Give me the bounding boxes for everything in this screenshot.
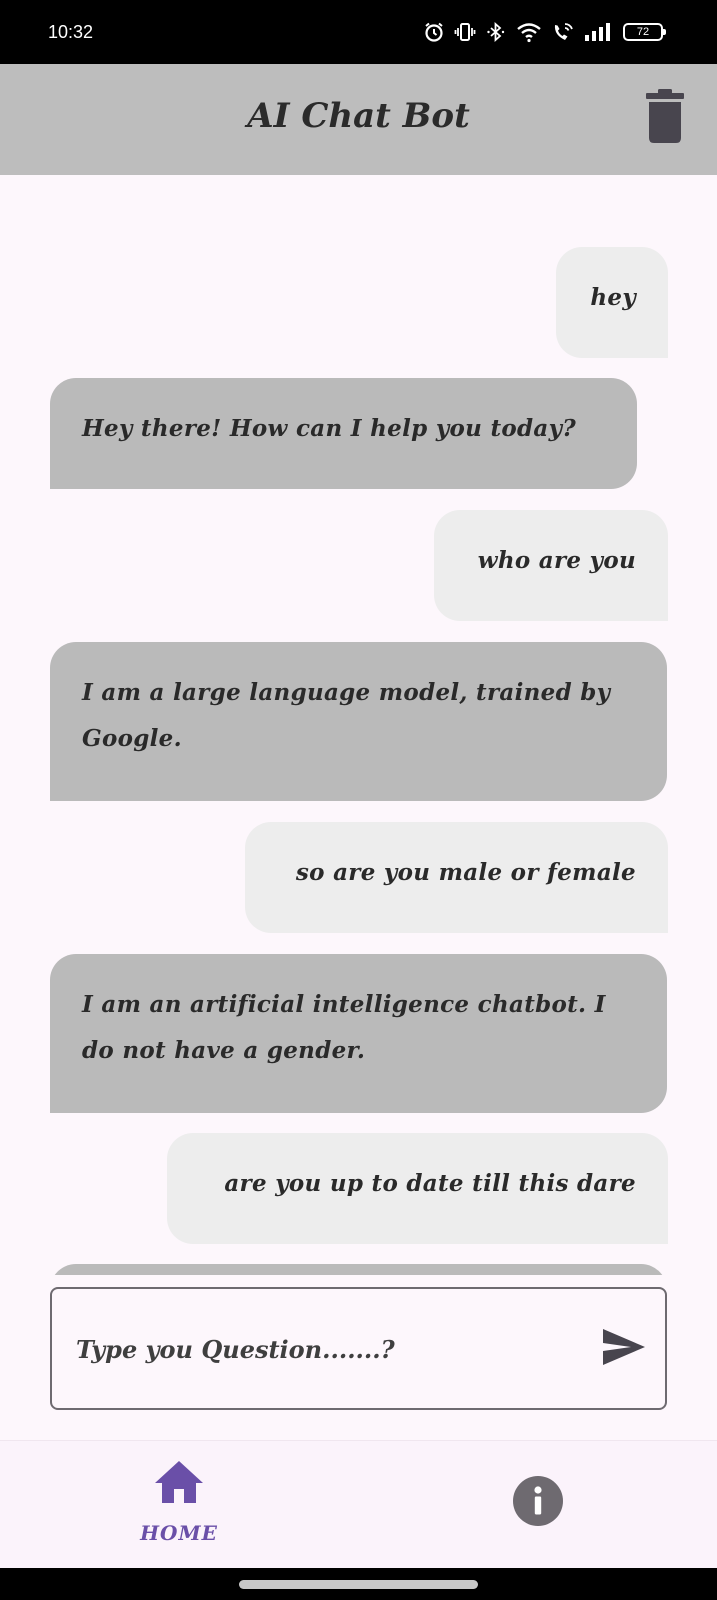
send-button[interactable] bbox=[596, 1321, 652, 1377]
bot-message: I am a large language model, trained by … bbox=[50, 642, 667, 801]
send-icon bbox=[601, 1327, 647, 1371]
app-bar: AI Chat Bot bbox=[0, 64, 717, 175]
nav-item-home[interactable]: HOME bbox=[120, 1459, 238, 1559]
clear-chat-button[interactable] bbox=[640, 88, 690, 148]
wifi-calling-icon bbox=[551, 21, 575, 43]
status-icons: 72 bbox=[423, 18, 666, 46]
vibrate-icon bbox=[454, 21, 476, 43]
bot-message: Hey there! How can I help you today? bbox=[50, 378, 637, 489]
gesture-handle[interactable] bbox=[239, 1580, 478, 1589]
info-icon bbox=[512, 1476, 564, 1531]
question-input-box bbox=[50, 1287, 667, 1410]
signal-icon bbox=[584, 21, 614, 43]
app-title: AI Chat Bot bbox=[247, 96, 470, 136]
nav-item-info[interactable] bbox=[512, 1475, 564, 1527]
message-list[interactable]: hey Hey there! How can I help you today?… bbox=[0, 175, 717, 1275]
nav-item-label: HOME bbox=[140, 1521, 218, 1545]
trash-icon bbox=[644, 88, 686, 148]
gesture-area bbox=[0, 1568, 717, 1600]
status-bar: 10:32 72 bbox=[0, 0, 717, 64]
user-message: are you up to date till this dare bbox=[167, 1133, 668, 1244]
question-input[interactable] bbox=[74, 1323, 558, 1375]
user-message: so are you male or female bbox=[245, 822, 668, 933]
bot-message: I am an artificial intelligence chatbot.… bbox=[50, 954, 667, 1113]
bot-message bbox=[50, 1264, 667, 1275]
bottom-navigation: HOME bbox=[0, 1440, 717, 1569]
alarm-icon bbox=[423, 21, 445, 43]
user-message: hey bbox=[556, 247, 668, 358]
home-icon bbox=[153, 1459, 205, 1509]
user-message: who are you bbox=[434, 510, 668, 621]
wifi-icon bbox=[516, 21, 542, 43]
status-time: 10:32 bbox=[48, 22, 94, 42]
battery-icon: 72 bbox=[623, 23, 666, 41]
bluetooth-icon bbox=[485, 21, 507, 43]
